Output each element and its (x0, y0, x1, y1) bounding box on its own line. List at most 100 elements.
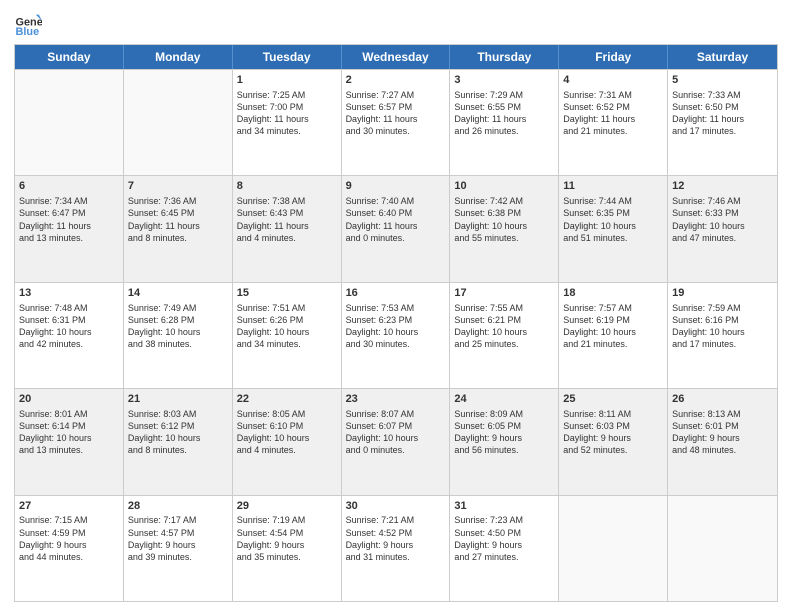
cell-daylight-info: Sunrise: 7:57 AM Sunset: 6:19 PM Dayligh… (563, 302, 663, 351)
weekday-header: Friday (559, 45, 668, 69)
cell-daylight-info: Sunrise: 7:17 AM Sunset: 4:57 PM Dayligh… (128, 514, 228, 563)
day-number: 4 (563, 73, 663, 88)
header: General Blue (14, 10, 778, 38)
calendar-cell: 26Sunrise: 8:13 AM Sunset: 6:01 PM Dayli… (668, 389, 777, 494)
cell-daylight-info: Sunrise: 7:38 AM Sunset: 6:43 PM Dayligh… (237, 195, 337, 244)
day-number: 11 (563, 179, 663, 194)
calendar-cell: 21Sunrise: 8:03 AM Sunset: 6:12 PM Dayli… (124, 389, 233, 494)
calendar-cell: 3Sunrise: 7:29 AM Sunset: 6:55 PM Daylig… (450, 70, 559, 175)
cell-daylight-info: Sunrise: 7:31 AM Sunset: 6:52 PM Dayligh… (563, 89, 663, 138)
cell-daylight-info: Sunrise: 7:49 AM Sunset: 6:28 PM Dayligh… (128, 302, 228, 351)
day-number: 23 (346, 392, 446, 407)
day-number: 16 (346, 286, 446, 301)
calendar-cell: 1Sunrise: 7:25 AM Sunset: 7:00 PM Daylig… (233, 70, 342, 175)
cell-daylight-info: Sunrise: 7:36 AM Sunset: 6:45 PM Dayligh… (128, 195, 228, 244)
calendar-cell (559, 496, 668, 601)
day-number: 3 (454, 73, 554, 88)
cell-daylight-info: Sunrise: 7:33 AM Sunset: 6:50 PM Dayligh… (672, 89, 773, 138)
cell-daylight-info: Sunrise: 8:03 AM Sunset: 6:12 PM Dayligh… (128, 408, 228, 457)
logo-icon: General Blue (14, 10, 42, 38)
calendar-cell: 22Sunrise: 8:05 AM Sunset: 6:10 PM Dayli… (233, 389, 342, 494)
cell-daylight-info: Sunrise: 8:01 AM Sunset: 6:14 PM Dayligh… (19, 408, 119, 457)
weekday-header: Saturday (668, 45, 777, 69)
day-number: 6 (19, 179, 119, 194)
day-number: 5 (672, 73, 773, 88)
day-number: 2 (346, 73, 446, 88)
cell-daylight-info: Sunrise: 7:51 AM Sunset: 6:26 PM Dayligh… (237, 302, 337, 351)
cell-daylight-info: Sunrise: 7:42 AM Sunset: 6:38 PM Dayligh… (454, 195, 554, 244)
calendar-cell: 15Sunrise: 7:51 AM Sunset: 6:26 PM Dayli… (233, 283, 342, 388)
cell-daylight-info: Sunrise: 7:40 AM Sunset: 6:40 PM Dayligh… (346, 195, 446, 244)
day-number: 13 (19, 286, 119, 301)
calendar-header: SundayMondayTuesdayWednesdayThursdayFrid… (15, 45, 777, 69)
cell-daylight-info: Sunrise: 7:25 AM Sunset: 7:00 PM Dayligh… (237, 89, 337, 138)
day-number: 15 (237, 286, 337, 301)
calendar-cell: 10Sunrise: 7:42 AM Sunset: 6:38 PM Dayli… (450, 176, 559, 281)
calendar-body: 1Sunrise: 7:25 AM Sunset: 7:00 PM Daylig… (15, 69, 777, 601)
cell-daylight-info: Sunrise: 8:05 AM Sunset: 6:10 PM Dayligh… (237, 408, 337, 457)
calendar-cell: 8Sunrise: 7:38 AM Sunset: 6:43 PM Daylig… (233, 176, 342, 281)
svg-text:Blue: Blue (16, 26, 40, 38)
day-number: 17 (454, 286, 554, 301)
day-number: 24 (454, 392, 554, 407)
logo: General Blue (14, 10, 42, 38)
calendar-cell: 9Sunrise: 7:40 AM Sunset: 6:40 PM Daylig… (342, 176, 451, 281)
day-number: 9 (346, 179, 446, 194)
calendar-cell: 28Sunrise: 7:17 AM Sunset: 4:57 PM Dayli… (124, 496, 233, 601)
calendar-cell: 23Sunrise: 8:07 AM Sunset: 6:07 PM Dayli… (342, 389, 451, 494)
cell-daylight-info: Sunrise: 8:07 AM Sunset: 6:07 PM Dayligh… (346, 408, 446, 457)
calendar-cell: 2Sunrise: 7:27 AM Sunset: 6:57 PM Daylig… (342, 70, 451, 175)
day-number: 12 (672, 179, 773, 194)
calendar-cell: 11Sunrise: 7:44 AM Sunset: 6:35 PM Dayli… (559, 176, 668, 281)
cell-daylight-info: Sunrise: 7:19 AM Sunset: 4:54 PM Dayligh… (237, 514, 337, 563)
day-number: 20 (19, 392, 119, 407)
calendar-cell: 7Sunrise: 7:36 AM Sunset: 6:45 PM Daylig… (124, 176, 233, 281)
day-number: 30 (346, 499, 446, 514)
calendar-cell: 19Sunrise: 7:59 AM Sunset: 6:16 PM Dayli… (668, 283, 777, 388)
calendar-cell: 13Sunrise: 7:48 AM Sunset: 6:31 PM Dayli… (15, 283, 124, 388)
day-number: 10 (454, 179, 554, 194)
day-number: 28 (128, 499, 228, 514)
calendar-row: 13Sunrise: 7:48 AM Sunset: 6:31 PM Dayli… (15, 282, 777, 388)
weekday-header: Wednesday (342, 45, 451, 69)
calendar-cell: 5Sunrise: 7:33 AM Sunset: 6:50 PM Daylig… (668, 70, 777, 175)
day-number: 7 (128, 179, 228, 194)
calendar-cell: 29Sunrise: 7:19 AM Sunset: 4:54 PM Dayli… (233, 496, 342, 601)
day-number: 22 (237, 392, 337, 407)
calendar-cell: 31Sunrise: 7:23 AM Sunset: 4:50 PM Dayli… (450, 496, 559, 601)
cell-daylight-info: Sunrise: 7:21 AM Sunset: 4:52 PM Dayligh… (346, 514, 446, 563)
calendar-cell: 17Sunrise: 7:55 AM Sunset: 6:21 PM Dayli… (450, 283, 559, 388)
day-number: 27 (19, 499, 119, 514)
day-number: 19 (672, 286, 773, 301)
day-number: 1 (237, 73, 337, 88)
calendar-cell: 6Sunrise: 7:34 AM Sunset: 6:47 PM Daylig… (15, 176, 124, 281)
calendar-cell: 14Sunrise: 7:49 AM Sunset: 6:28 PM Dayli… (124, 283, 233, 388)
cell-daylight-info: Sunrise: 8:09 AM Sunset: 6:05 PM Dayligh… (454, 408, 554, 457)
calendar-cell: 30Sunrise: 7:21 AM Sunset: 4:52 PM Dayli… (342, 496, 451, 601)
day-number: 8 (237, 179, 337, 194)
day-number: 29 (237, 499, 337, 514)
calendar-cell (15, 70, 124, 175)
day-number: 25 (563, 392, 663, 407)
day-number: 21 (128, 392, 228, 407)
calendar-cell: 4Sunrise: 7:31 AM Sunset: 6:52 PM Daylig… (559, 70, 668, 175)
day-number: 26 (672, 392, 773, 407)
cell-daylight-info: Sunrise: 7:29 AM Sunset: 6:55 PM Dayligh… (454, 89, 554, 138)
day-number: 18 (563, 286, 663, 301)
calendar-row: 1Sunrise: 7:25 AM Sunset: 7:00 PM Daylig… (15, 69, 777, 175)
cell-daylight-info: Sunrise: 7:27 AM Sunset: 6:57 PM Dayligh… (346, 89, 446, 138)
weekday-header: Sunday (15, 45, 124, 69)
calendar-row: 20Sunrise: 8:01 AM Sunset: 6:14 PM Dayli… (15, 388, 777, 494)
calendar-row: 27Sunrise: 7:15 AM Sunset: 4:59 PM Dayli… (15, 495, 777, 601)
cell-daylight-info: Sunrise: 8:11 AM Sunset: 6:03 PM Dayligh… (563, 408, 663, 457)
calendar-cell (124, 70, 233, 175)
weekday-header: Monday (124, 45, 233, 69)
day-number: 14 (128, 286, 228, 301)
cell-daylight-info: Sunrise: 7:15 AM Sunset: 4:59 PM Dayligh… (19, 514, 119, 563)
calendar-cell: 27Sunrise: 7:15 AM Sunset: 4:59 PM Dayli… (15, 496, 124, 601)
calendar-cell: 25Sunrise: 8:11 AM Sunset: 6:03 PM Dayli… (559, 389, 668, 494)
cell-daylight-info: Sunrise: 7:59 AM Sunset: 6:16 PM Dayligh… (672, 302, 773, 351)
calendar-cell: 24Sunrise: 8:09 AM Sunset: 6:05 PM Dayli… (450, 389, 559, 494)
calendar-row: 6Sunrise: 7:34 AM Sunset: 6:47 PM Daylig… (15, 175, 777, 281)
calendar-cell: 20Sunrise: 8:01 AM Sunset: 6:14 PM Dayli… (15, 389, 124, 494)
